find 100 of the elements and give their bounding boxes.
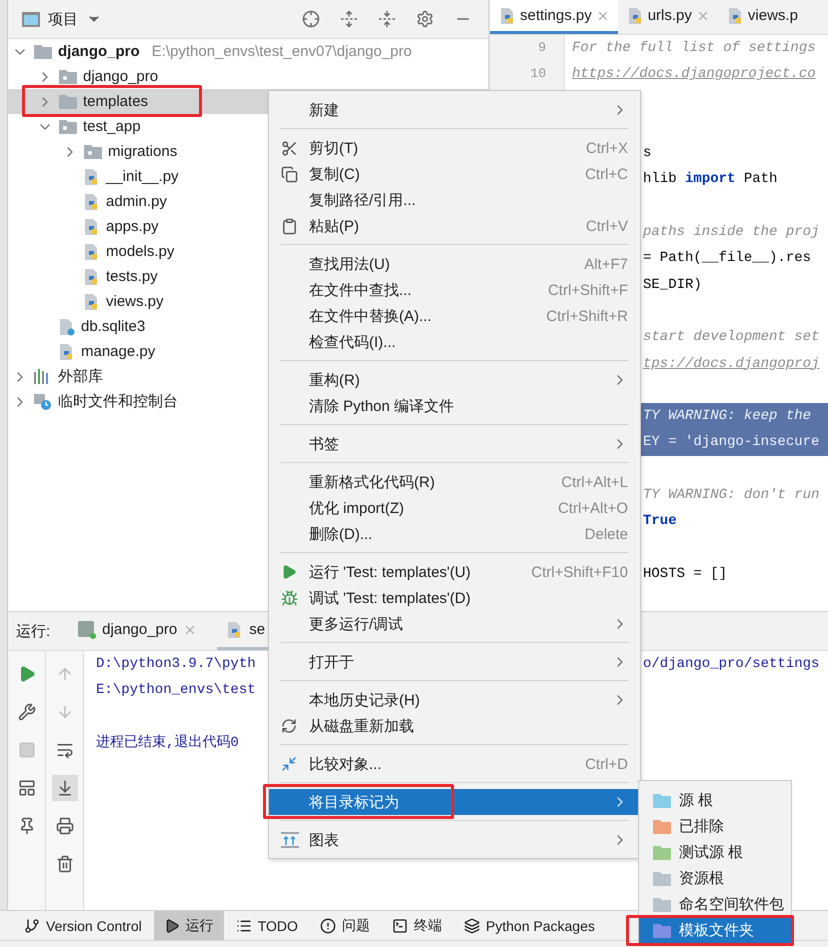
line-number: 9 bbox=[537, 39, 547, 57]
menu-item[interactable]: 重新格式化代码(R) Ctrl+Alt+L bbox=[269, 469, 640, 495]
tool-window-button[interactable]: 问题 bbox=[310, 911, 380, 940]
unknown-file-icon bbox=[59, 318, 75, 336]
panel-icon bbox=[22, 12, 40, 26]
python-file-icon bbox=[84, 242, 100, 260]
shortcut-label: Delete bbox=[584, 526, 628, 542]
menu-item[interactable]: 资源根 bbox=[639, 865, 791, 891]
tool-window-button[interactable]: Version Control bbox=[14, 911, 152, 940]
python-file-icon bbox=[500, 6, 516, 24]
menu-item[interactable]: 调试 'Test: templates'(D) bbox=[269, 585, 640, 611]
menu-item[interactable]: 将目录标记为 bbox=[269, 789, 640, 815]
menu-item[interactable]: 图表 bbox=[269, 827, 640, 853]
run-tab[interactable]: django_pro bbox=[68, 612, 208, 650]
menu-item[interactable]: 检查代码(I)... bbox=[269, 329, 640, 355]
print-icon[interactable] bbox=[56, 817, 74, 835]
shortcut-label: Ctrl+Alt+L bbox=[561, 474, 628, 490]
list-icon bbox=[236, 918, 252, 934]
menu-item[interactable]: 已排除 bbox=[639, 813, 791, 839]
tool-window-button[interactable]: TODO bbox=[226, 911, 308, 940]
run-label: 运行: bbox=[16, 622, 50, 640]
menu-item[interactable]: 重构(R) bbox=[269, 367, 640, 393]
code-line: tps://docs.djangoproj bbox=[643, 356, 820, 372]
branch-icon bbox=[24, 918, 40, 934]
layers-icon bbox=[464, 918, 480, 934]
menu-item[interactable]: 运行 'Test: templates'(U) Ctrl+Shift+F10 bbox=[269, 559, 640, 585]
shortcut-label: Ctrl+V bbox=[586, 218, 628, 234]
diagram-icon bbox=[281, 832, 299, 848]
shortcut-label: Ctrl+Shift+F10 bbox=[531, 564, 628, 580]
code-line: TY WARNING: keep the bbox=[643, 408, 812, 424]
menu-item[interactable]: 粘贴(P) Ctrl+V bbox=[269, 213, 640, 239]
tool-window-button[interactable]: Python Packages bbox=[454, 911, 605, 940]
editor-tab[interactable]: views.p bbox=[718, 0, 806, 34]
tab-label: se bbox=[249, 621, 266, 638]
reload-icon bbox=[281, 718, 297, 734]
menu-item[interactable]: 本地历史记录(H) bbox=[269, 687, 640, 713]
menu-item[interactable]: 打开于 bbox=[269, 649, 640, 675]
menu-item[interactable]: 书签 bbox=[269, 431, 640, 457]
menu-item[interactable]: 在文件中查找... Ctrl+Shift+F bbox=[269, 277, 640, 303]
editor-tab[interactable]: urls.py bbox=[618, 0, 718, 34]
shortcut-label: Ctrl+X bbox=[586, 140, 628, 156]
python-file-icon bbox=[84, 192, 100, 210]
tab-label: views.p bbox=[748, 7, 798, 24]
menu-item[interactable]: 从磁盘重新加载 bbox=[269, 713, 640, 739]
menu-item[interactable]: 复制(C) Ctrl+C bbox=[269, 161, 640, 187]
menu-item[interactable]: 测试源 根 bbox=[639, 839, 791, 865]
tree-label: views.py bbox=[106, 293, 164, 310]
code-line: SE_DIR) bbox=[643, 276, 702, 293]
menu-item[interactable]: 剪切(T) Ctrl+X bbox=[269, 135, 640, 161]
wrench-icon[interactable] bbox=[18, 703, 36, 721]
menu-item[interactable]: 删除(D)... Delete bbox=[269, 521, 640, 547]
tree-label: 临时文件和控制台 bbox=[58, 392, 178, 411]
panel-title[interactable]: 项目 bbox=[48, 10, 78, 28]
code-line: https://docs.djangoproject.co bbox=[572, 66, 816, 82]
tool-window-button[interactable]: 终端 bbox=[382, 911, 452, 940]
terminal-icon bbox=[392, 918, 408, 934]
python-file-icon bbox=[84, 268, 100, 286]
menu-item[interactable]: 清除 Python 编译文件 bbox=[269, 393, 640, 419]
scissors-icon bbox=[281, 140, 298, 156]
wrap-icon[interactable] bbox=[56, 741, 74, 759]
menu-item[interactable]: 命名空间软件包 bbox=[639, 891, 791, 917]
run-icon bbox=[164, 918, 180, 934]
menu-item[interactable]: 优化 import(Z) Ctrl+Alt+O bbox=[269, 495, 640, 521]
run-icon bbox=[281, 564, 297, 580]
menu-item[interactable]: 源 根 bbox=[639, 787, 791, 813]
python-file-icon bbox=[84, 218, 100, 236]
console-line: D:\python3.9.7\pyth bbox=[96, 655, 257, 674]
code-line: EY = 'django-insecure bbox=[643, 434, 820, 450]
tree-item[interactable]: django_pro bbox=[8, 64, 488, 89]
tree-label: __init__.py bbox=[106, 168, 179, 185]
project-path: E:\python_envs\test_env07\django_pro bbox=[152, 43, 412, 60]
python-file-icon bbox=[84, 168, 100, 186]
code-line: paths inside the proj bbox=[643, 224, 820, 240]
trash-icon[interactable] bbox=[56, 855, 74, 873]
tree-label: 外部库 bbox=[58, 367, 103, 386]
menu-item[interactable]: 复制路径/引用... bbox=[269, 187, 640, 213]
menu-item[interactable]: 模板文件夹 bbox=[639, 917, 791, 943]
folder-icon bbox=[59, 94, 77, 109]
tree-item[interactable]: django_pro E:\python_envs\test_env07\django_pro bbox=[8, 39, 488, 64]
menu-item[interactable]: 查找用法(U) Alt+F7 bbox=[269, 251, 640, 277]
menu-item[interactable]: 在文件中替换(A)... Ctrl+Shift+R bbox=[269, 303, 640, 329]
bug-icon bbox=[281, 590, 298, 606]
package-folder-icon bbox=[59, 69, 77, 84]
layout-icon[interactable] bbox=[18, 779, 36, 797]
tree-label: test_app bbox=[83, 118, 141, 135]
code-line: start development set bbox=[643, 329, 820, 346]
editor-tab[interactable]: settings.py bbox=[490, 0, 618, 34]
menu-item[interactable]: 比较对象... Ctrl+D bbox=[269, 751, 640, 777]
locate-icon[interactable] bbox=[302, 10, 320, 28]
settings-icon[interactable] bbox=[416, 10, 434, 28]
shortcut-label: Ctrl+C bbox=[585, 166, 628, 182]
code-line: s bbox=[643, 145, 652, 162]
tree-label: templates bbox=[83, 93, 148, 110]
collapse-all-icon[interactable] bbox=[378, 10, 396, 28]
tool-window-button[interactable]: 运行 bbox=[154, 911, 224, 940]
tab-label: settings.py bbox=[520, 7, 592, 24]
console-line: 进程已结束,退出代码0 bbox=[96, 734, 240, 753]
scratch-icon bbox=[34, 394, 52, 410]
expand-all-icon[interactable] bbox=[340, 10, 358, 28]
copy-icon bbox=[281, 166, 298, 182]
